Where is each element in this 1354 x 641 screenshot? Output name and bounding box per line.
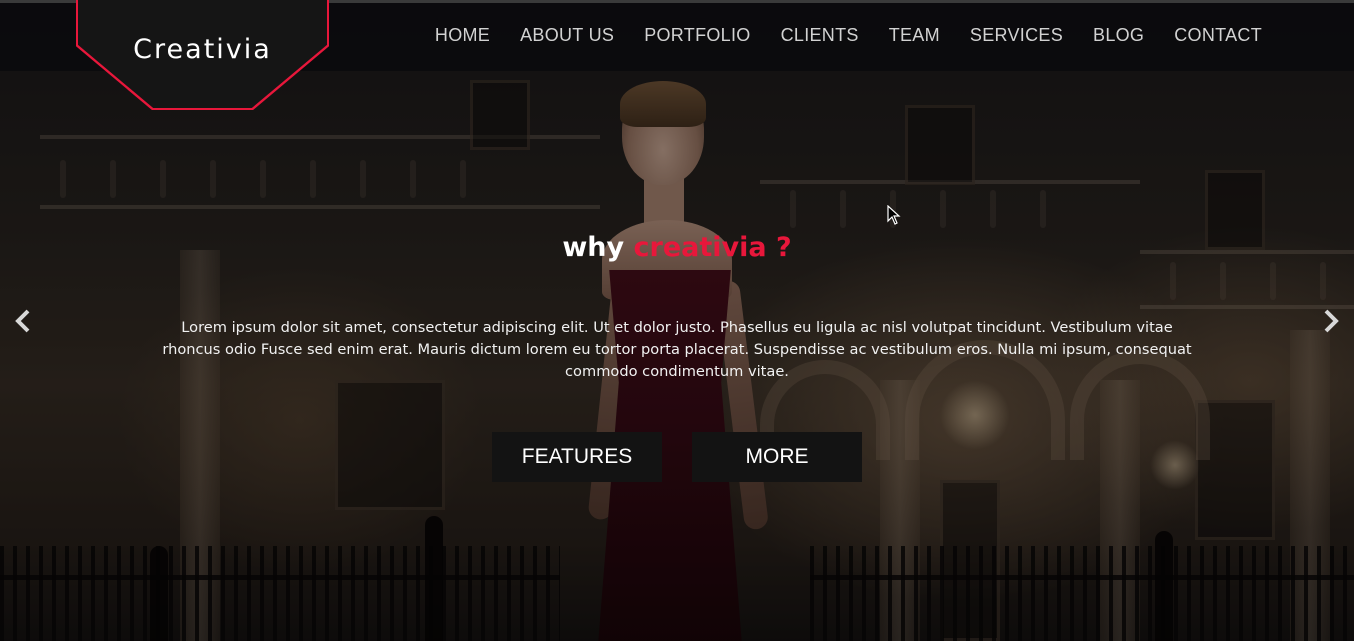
headline-accent: creativia ? [633,232,792,263]
mouse-cursor-icon [887,204,901,225]
nav-services[interactable]: SERVICES [970,25,1063,46]
nav-about-us[interactable]: ABOUT US [520,25,614,46]
main-nav: HOME ABOUT US PORTFOLIO CLIENTS TEAM SER… [435,25,1262,46]
features-button[interactable]: FEATURES [492,432,662,482]
chevron-right-icon[interactable] [1318,308,1342,334]
nav-clients[interactable]: CLIENTS [781,25,859,46]
hero-headline: why creativia ? [0,232,1354,263]
logo-text: Creativia [133,34,272,65]
more-button[interactable]: MORE [692,432,862,482]
nav-team[interactable]: TEAM [889,25,940,46]
headline-prefix: why [562,232,625,263]
nav-contact[interactable]: CONTACT [1174,25,1262,46]
hero-description: Lorem ipsum dolor sit amet, consectetur … [162,319,1192,380]
nav-blog[interactable]: BLOG [1093,25,1144,46]
nav-portfolio[interactable]: PORTFOLIO [644,25,750,46]
nav-home[interactable]: HOME [435,25,490,46]
chevron-left-icon[interactable] [12,308,36,334]
